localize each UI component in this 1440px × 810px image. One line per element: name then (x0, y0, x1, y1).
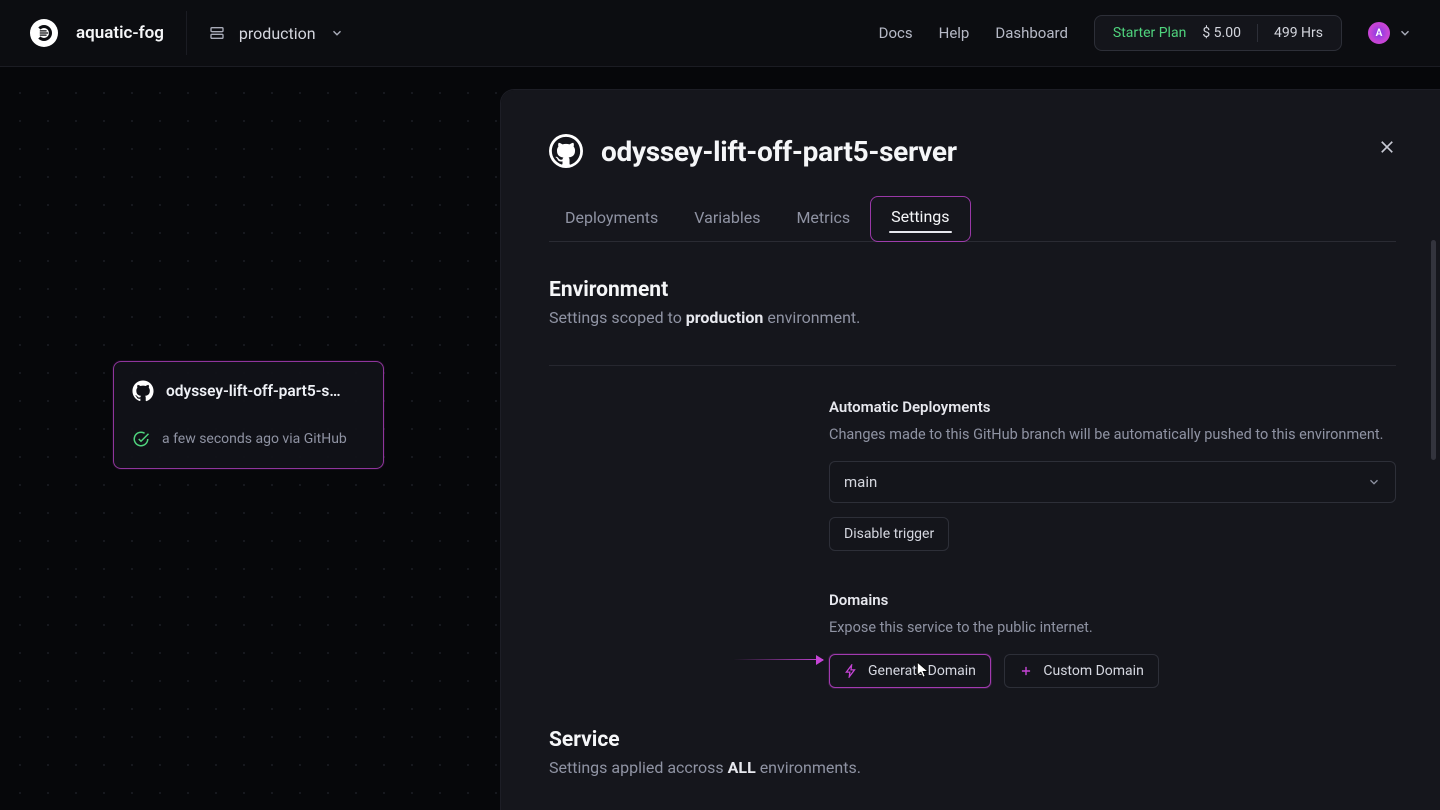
env-sub-bold: production (686, 308, 764, 327)
project-name[interactable]: aquatic-fog (76, 23, 164, 43)
account-menu[interactable]: A (1368, 22, 1412, 44)
divider (549, 365, 1396, 366)
chip-divider (1257, 24, 1258, 42)
tab-settings[interactable]: Settings (870, 196, 970, 242)
generate-domain-button[interactable]: Generate Domain (829, 654, 991, 688)
section-title-environment: Environment (549, 278, 1396, 302)
nav-dashboard[interactable]: Dashboard (995, 24, 1068, 42)
setting-desc-autodeploy: Changes made to this GitHub branch will … (829, 426, 1396, 443)
github-icon (132, 380, 154, 402)
setting-title-autodeploy: Automatic Deployments (829, 398, 1396, 416)
close-icon[interactable] (1378, 138, 1396, 156)
topbar-right: Docs Help Dashboard Starter Plan $ 5.00 … (879, 15, 1412, 51)
tab-variables[interactable]: Variables (678, 196, 776, 241)
plan-chip[interactable]: Starter Plan $ 5.00 499 Hrs (1094, 15, 1342, 51)
service-sub-suffix: environments. (756, 758, 861, 777)
chevron-down-icon (330, 26, 344, 40)
disable-trigger-button[interactable]: Disable trigger (829, 517, 949, 551)
service-card-status-text: a few seconds ago via GitHub (162, 431, 347, 447)
service-card-name: odyssey-lift-off-part5-s… (166, 382, 341, 400)
nav-help[interactable]: Help (939, 24, 970, 42)
automatic-deployments-setting: Automatic Deployments Changes made to th… (829, 398, 1396, 551)
github-icon (549, 134, 583, 168)
custom-domain-button[interactable]: Custom Domain (1004, 654, 1158, 688)
env-sub-prefix: Settings scoped to (549, 308, 686, 327)
section-subtitle-service: Settings applied accross ALL environment… (549, 758, 1396, 777)
divider (186, 11, 187, 55)
chevron-down-icon (1398, 26, 1412, 40)
disable-trigger-label: Disable trigger (844, 526, 934, 542)
lightning-icon (844, 664, 858, 678)
section-subtitle-environment: Settings scoped to production environmen… (549, 308, 1396, 327)
domains-setting: Domains Expose this service to the publi… (829, 591, 1396, 688)
panel-header: odyssey-lift-off-part5-server (549, 134, 1396, 168)
panel-title: odyssey-lift-off-part5-server (601, 135, 957, 168)
plan-price: $ 5.00 (1202, 25, 1241, 41)
check-circle-icon (132, 430, 150, 448)
environment-selector[interactable]: production (209, 24, 344, 43)
custom-domain-label: Custom Domain (1043, 663, 1143, 679)
annotation-arrow (733, 659, 823, 660)
environment-section: Environment Settings scoped to productio… (549, 278, 1396, 327)
avatar: A (1368, 22, 1390, 44)
setting-desc-domains: Expose this service to the public intern… (829, 619, 1396, 636)
project-canvas[interactable]: odyssey-lift-off-part5-s… a few seconds … (0, 67, 500, 810)
section-title-service: Service (549, 728, 1396, 752)
setting-title-domains: Domains (829, 591, 1396, 609)
logo-icon (36, 25, 52, 41)
service-detail-panel: odyssey-lift-off-part5-server Deployment… (500, 89, 1440, 810)
service-sub-prefix: Settings applied accross (549, 758, 728, 777)
tab-metrics[interactable]: Metrics (780, 196, 866, 241)
tabs: Deployments Variables Metrics Settings (549, 196, 1396, 242)
cursor-icon (916, 661, 930, 679)
service-section: Service Settings applied accross ALL env… (549, 728, 1396, 777)
branch-select[interactable]: main (829, 461, 1396, 503)
environment-name: production (239, 24, 316, 43)
app-logo[interactable] (30, 19, 58, 47)
plus-icon (1019, 664, 1033, 678)
topbar: aquatic-fog production Docs Help Dashboa… (0, 0, 1440, 67)
service-card[interactable]: odyssey-lift-off-part5-s… a few seconds … (113, 361, 384, 469)
plan-name: Starter Plan (1113, 25, 1186, 41)
main: odyssey-lift-off-part5-s… a few seconds … (0, 67, 1440, 810)
server-icon (209, 25, 225, 41)
nav-docs[interactable]: Docs (879, 24, 913, 42)
service-sub-bold: ALL (728, 758, 756, 777)
chevron-down-icon (1367, 475, 1381, 489)
plan-hours: 499 Hrs (1274, 25, 1323, 41)
branch-select-value: main (844, 473, 877, 491)
env-sub-suffix: environment. (763, 308, 860, 327)
tab-deployments[interactable]: Deployments (549, 196, 674, 241)
